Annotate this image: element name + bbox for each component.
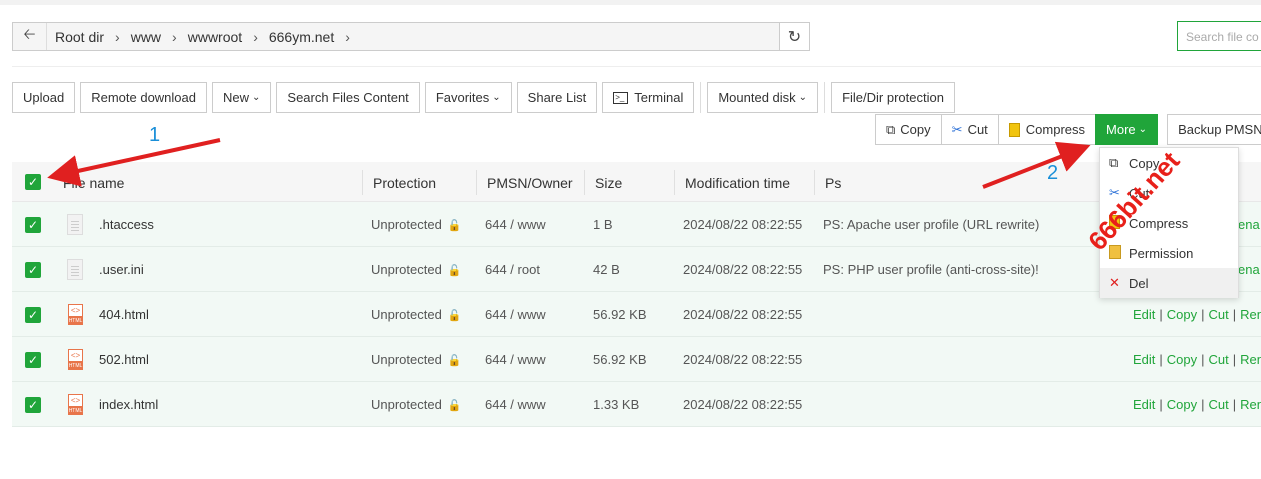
arrow-2 xyxy=(982,141,1091,189)
annotation-number-2: 2 xyxy=(1047,162,1059,184)
annotation-number-1: 1 xyxy=(149,124,161,146)
annotation-arrows xyxy=(47,138,1091,189)
arrow-1 xyxy=(47,138,221,187)
